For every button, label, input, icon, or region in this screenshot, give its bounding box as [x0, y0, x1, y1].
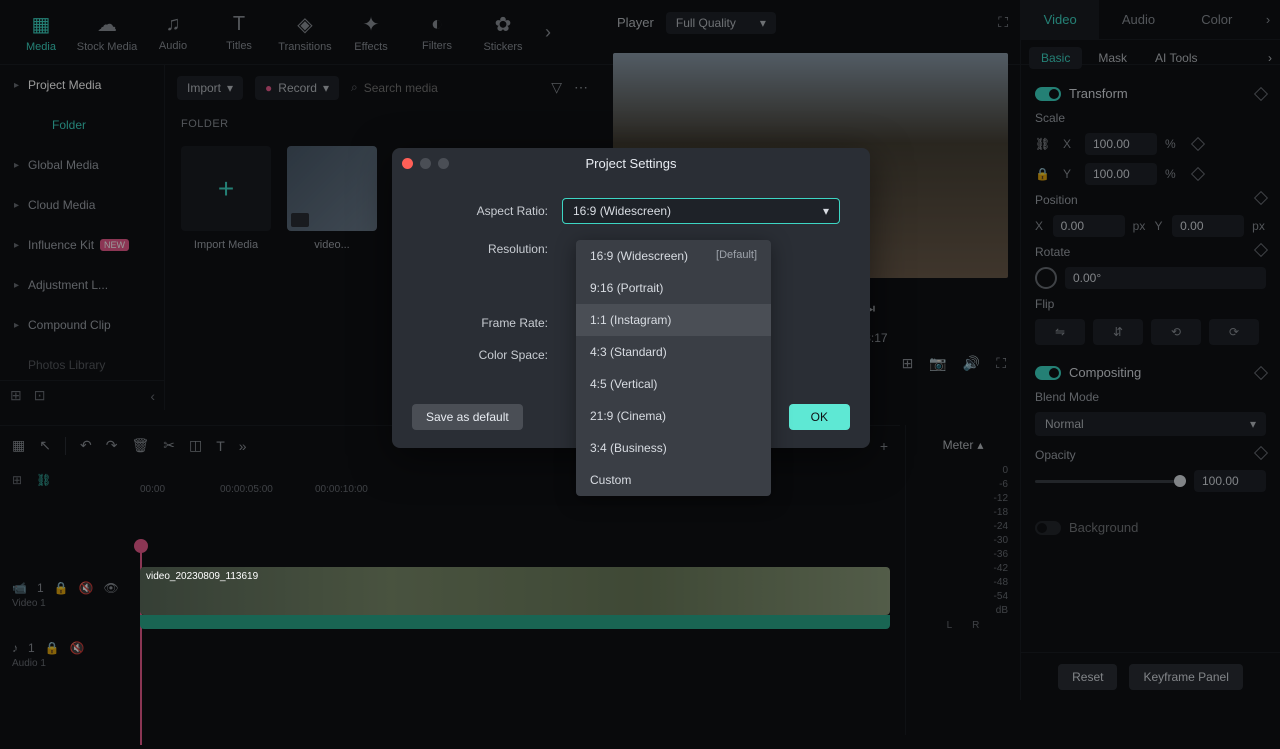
option-16-9[interactable]: 16:9 (Widescreen) [Default]	[576, 240, 771, 272]
aspect-ratio-label: Aspect Ratio:	[422, 204, 562, 218]
close-window-button[interactable]	[402, 158, 413, 169]
option-1-1[interactable]: 1:1 (Instagram)	[576, 304, 771, 336]
color-space-label: Color Space:	[422, 348, 562, 362]
aspect-ratio-value: 16:9 (Widescreen)	[573, 204, 671, 218]
option-9-16[interactable]: 9:16 (Portrait)	[576, 272, 771, 304]
option-21-9[interactable]: 21:9 (Cinema)	[576, 400, 771, 432]
ok-button[interactable]: OK	[789, 404, 850, 430]
option-label: 4:5 (Vertical)	[590, 377, 657, 391]
maximize-window-button[interactable]	[438, 158, 449, 169]
option-label: 21:9 (Cinema)	[590, 409, 666, 423]
default-badge: [Default]	[716, 249, 757, 263]
aspect-ratio-select[interactable]: 16:9 (Widescreen) ▾	[562, 198, 840, 224]
frame-rate-label: Frame Rate:	[422, 316, 562, 330]
option-custom[interactable]: Custom	[576, 464, 771, 496]
option-label: 4:3 (Standard)	[590, 345, 667, 359]
aspect-ratio-dropdown: 16:9 (Widescreen) [Default] 9:16 (Portrai…	[576, 240, 771, 496]
option-label: 16:9 (Widescreen)	[590, 249, 688, 263]
option-3-4[interactable]: 3:4 (Business)	[576, 432, 771, 464]
window-controls	[402, 158, 449, 169]
save-default-button[interactable]: Save as default	[412, 404, 523, 430]
modal-titlebar[interactable]: Project Settings	[392, 148, 870, 178]
option-label: 9:16 (Portrait)	[590, 281, 663, 295]
modal-title: Project Settings	[392, 156, 870, 171]
option-label: 1:1 (Instagram)	[590, 313, 671, 327]
chevron-down-icon: ▾	[823, 204, 829, 218]
option-label: Custom	[590, 473, 631, 487]
option-4-5[interactable]: 4:5 (Vertical)	[576, 368, 771, 400]
option-label: 3:4 (Business)	[590, 441, 667, 455]
resolution-label: Resolution:	[422, 242, 562, 256]
minimize-window-button[interactable]	[420, 158, 431, 169]
option-4-3[interactable]: 4:3 (Standard)	[576, 336, 771, 368]
